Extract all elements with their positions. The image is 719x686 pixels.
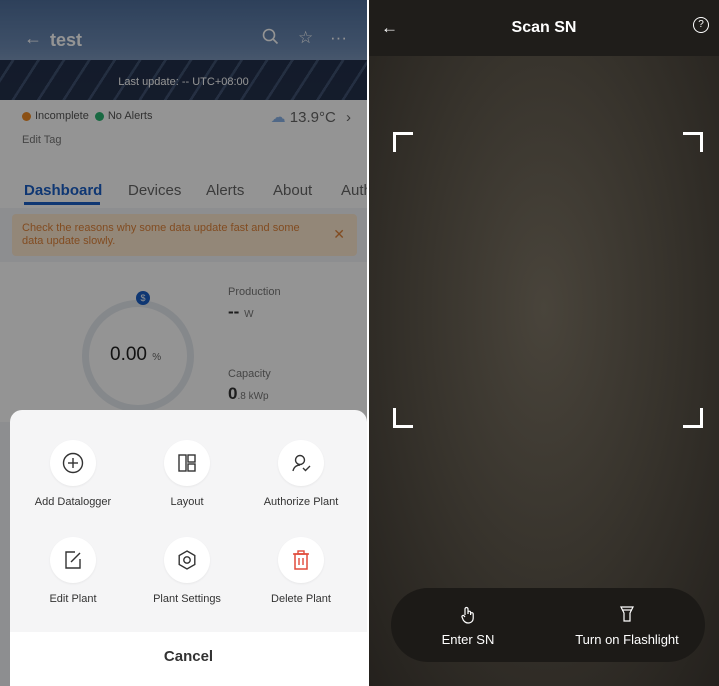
hand-pointer-icon <box>413 606 523 626</box>
scan-action-bar: Enter SN Turn on Flashlight <box>391 588 705 662</box>
enter-sn-label: Enter SN <box>441 632 495 647</box>
plant-settings-button[interactable]: Plant Settings <box>127 537 247 605</box>
scan-sn-screen: ← Scan SN ? Enter SN Turn on Flashlight <box>369 0 719 686</box>
scan-frame-corner-top-right <box>683 132 703 152</box>
layout-grid-icon <box>164 440 210 486</box>
plant-actions-sheet: Add Datalogger Layout Authorize Plant Ed… <box>10 410 367 686</box>
flashlight-icon <box>563 606 691 626</box>
edit-icon <box>50 537 96 583</box>
scan-header: ← Scan SN ? <box>369 0 719 56</box>
delete-plant-label: Delete Plant <box>271 593 331 605</box>
authorize-plant-button[interactable]: Authorize Plant <box>241 440 361 508</box>
scan-frame-corner-bottom-left <box>393 408 413 428</box>
flashlight-button[interactable]: Turn on Flashlight <box>563 606 691 647</box>
scan-frame-corner-top-left <box>393 132 413 152</box>
edit-plant-label: Edit Plant <box>49 593 97 605</box>
flashlight-label: Turn on Flashlight <box>575 632 679 647</box>
user-check-icon <box>278 440 324 486</box>
layout-button[interactable]: Layout <box>127 440 247 508</box>
scan-frame-corner-bottom-right <box>683 408 703 428</box>
help-icon[interactable]: ? <box>693 17 709 33</box>
layout-label: Layout <box>170 496 204 508</box>
plus-circle-icon <box>50 440 96 486</box>
trash-icon <box>278 537 324 583</box>
add-datalogger-button[interactable]: Add Datalogger <box>13 440 133 508</box>
cancel-button[interactable]: Cancel <box>10 648 367 665</box>
gear-icon <box>164 537 210 583</box>
scan-title: Scan SN <box>511 19 577 36</box>
delete-plant-button[interactable]: Delete Plant <box>241 537 361 605</box>
cancel-area: Cancel <box>10 632 367 686</box>
edit-plant-button[interactable]: Edit Plant <box>13 537 133 605</box>
plant-settings-label: Plant Settings <box>153 593 221 605</box>
plant-dashboard-screen: ← test ☆ ··· Last update: -- UTC+08:00 I… <box>0 0 367 686</box>
add-datalogger-label: Add Datalogger <box>34 496 112 508</box>
enter-sn-button[interactable]: Enter SN <box>413 606 523 647</box>
authorize-plant-label: Authorize Plant <box>263 496 339 508</box>
